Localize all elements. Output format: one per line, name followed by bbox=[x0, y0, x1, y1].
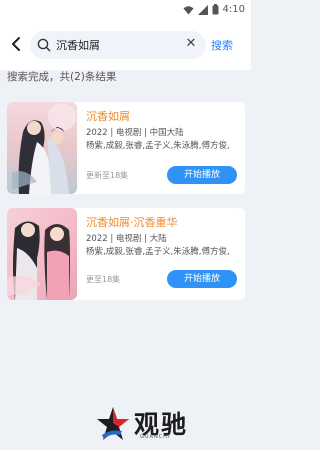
result-title[interactable]: 沉香如屑 bbox=[86, 108, 130, 124]
search-input[interactable]: 沉香如屑 ✕ bbox=[30, 31, 206, 59]
search-query[interactable]: 沉香如屑 bbox=[56, 37, 100, 53]
search-button[interactable]: 搜索 bbox=[211, 37, 233, 53]
result-update: 更新至18集 bbox=[86, 171, 129, 180]
result-summary: 搜索完成，共(2)条结果 bbox=[7, 71, 117, 83]
result-cast: 杨紫,成毅,张睿,孟子义,朱泳腾,傅方俊, bbox=[86, 247, 230, 257]
status-bar: 4:10 bbox=[0, 0, 251, 18]
back-button[interactable] bbox=[7, 34, 25, 54]
star-logo-icon bbox=[96, 405, 130, 445]
battery-icon bbox=[212, 0, 219, 19]
poster-image[interactable] bbox=[7, 208, 77, 300]
chevron-left-icon bbox=[12, 37, 20, 51]
poster-image[interactable] bbox=[7, 102, 77, 194]
wifi-icon bbox=[183, 0, 194, 19]
signal-icon bbox=[197, 0, 208, 19]
result-card[interactable]: 沉香如屑 2022 | 电视剧 | 中国大陆 杨紫,成毅,张睿,孟子义,朱泳腾,… bbox=[7, 102, 245, 194]
status-time: 4:10 bbox=[222, 3, 245, 15]
result-card[interactable]: 沉香如屑·沉香重华 2022 | 电视剧 | 大陆 杨紫,成毅,张睿,孟子义,朱… bbox=[7, 208, 245, 300]
result-update: 更至18集 bbox=[86, 275, 121, 284]
watermark-subtext: GUANCHI bbox=[140, 434, 171, 440]
result-meta: 2022 | 电视剧 | 中国大陆 bbox=[86, 128, 184, 138]
result-meta: 2022 | 电视剧 | 大陆 bbox=[86, 234, 167, 244]
search-header: 沉香如屑 ✕ 搜索 bbox=[0, 18, 251, 70]
result-cast: 杨紫,成毅,张睿,孟子义,朱泳腾,傅方俊, bbox=[86, 141, 230, 151]
watermark-logo: 观驰 GUANCHI bbox=[96, 405, 226, 447]
play-button[interactable]: 开始播放 bbox=[167, 270, 237, 288]
search-icon bbox=[37, 37, 51, 52]
play-button[interactable]: 开始播放 bbox=[167, 166, 237, 184]
result-title[interactable]: 沉香如屑·沉香重华 bbox=[86, 214, 178, 230]
clear-icon[interactable]: ✕ bbox=[184, 36, 198, 52]
